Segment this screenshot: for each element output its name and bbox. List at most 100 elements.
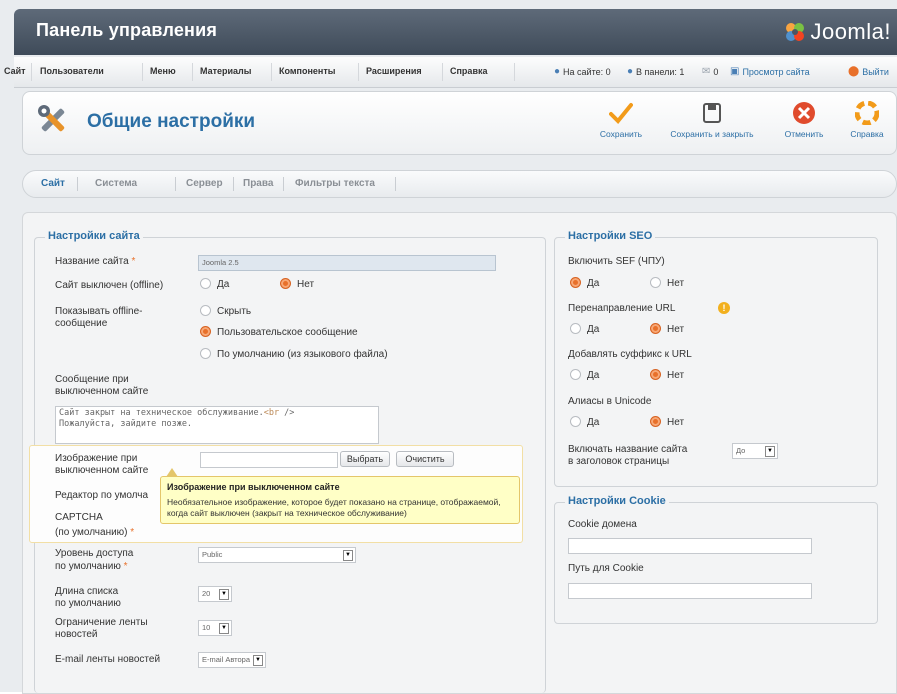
users-icon: ● [554,66,561,77]
tab-separator [233,177,234,191]
feed-limit-select[interactable]: 10 ▼ [198,620,232,636]
radio-on [570,277,581,288]
dropdown-arrow-icon: ▼ [343,550,353,561]
help-button[interactable]: Справка [843,100,891,148]
rewrite-no-radio[interactable]: Нет [650,323,684,335]
sef-yes-text: Да [587,278,600,290]
suffix-yes-radio[interactable]: Да [570,369,599,381]
show-offline-label-2: сообщение [55,318,108,329]
feed-email-label: E-mail ленты новостей [55,654,161,665]
show-custom-radio[interactable]: Пользовательское сообщение [200,326,358,339]
show-default-radio[interactable]: По умолчанию (из языкового файла) [200,348,388,361]
tooltip-title: Изображение при выключенном сайте [167,482,340,492]
suffix-label: Добавлять суффикс к URL [568,349,692,360]
cookie-domain-input[interactable] [568,538,812,554]
offline-image-label-2: выключенном сайте [55,465,149,476]
offline-message-textarea[interactable]: Сайт закрыт на техническое обслуживание.… [55,406,379,444]
site-name-input[interactable]: Joomla 2.5 [198,255,496,271]
sef-no-text: Нет [667,278,685,290]
logout-link[interactable]: ⬤ Выйти [848,66,889,77]
rewrite-yes-radio[interactable]: Да [570,323,599,335]
seo-settings-legend: Настройки SEO [565,230,656,242]
status-in-panel[interactable]: ● В панели: 1 [627,66,684,77]
sef-label: Включить SEF (ЧПУ) [568,256,665,267]
feed-email-select[interactable]: E-mail Автора ▼ [198,652,266,668]
joomla-mark-icon [786,23,805,41]
menu-site[interactable]: Сайт [4,66,26,76]
tab-site[interactable]: Сайт [41,178,65,189]
access-level-value: Public [202,550,223,559]
radio-off [200,278,211,289]
suffix-no-radio[interactable]: Нет [650,369,684,381]
radio-on [650,323,661,334]
list-length-value: 20 [202,589,211,598]
view-site-text: Просмотр сайта [742,66,810,77]
status-messages[interactable]: ✉ 0 [702,66,718,77]
menu-extensions[interactable]: Расширения [366,66,422,76]
sitename-title-value: До [736,446,746,455]
tab-permissions[interactable]: Права [243,178,273,189]
radio-off [200,348,211,359]
save-close-button[interactable]: Сохранить и закрыть [661,100,763,148]
access-level-select[interactable]: Public ▼ [198,547,356,563]
tab-separator [395,177,396,191]
dropdown-arrow-icon: ▼ [253,655,263,666]
cancel-button[interactable]: Отменить [775,100,833,148]
clear-image-button[interactable]: Очистить [396,451,454,467]
page-title: Общие настройки [87,111,256,132]
menu-users[interactable]: Пользователи [40,66,104,76]
menu-separator [192,63,193,81]
offline-yes-text: Да [217,279,230,291]
access-label-2-text: по умолчанию [55,561,121,572]
offline-yes-radio[interactable]: Да [200,278,230,291]
tab-system[interactable]: Система [95,178,137,189]
unicode-no-radio[interactable]: Нет [650,416,684,428]
page-toolbar: Общие настройки Сохранить Сохранить и за… [22,91,897,155]
tools-icon [38,105,65,132]
sef-yes-radio[interactable]: Да [570,277,600,290]
unicode-label: Алиасы в Unicode [568,396,652,407]
check-icon [595,100,647,126]
admin-title: Панель управления [36,20,218,40]
menu-help[interactable]: Справка [450,66,487,76]
editor-label: Редактор по умолча [55,490,149,501]
show-default-text: По умолчанию (из языкового файла) [217,349,388,361]
radio-off [570,369,581,380]
feed-limit-label-2: новостей [55,629,98,640]
tab-separator [175,177,176,191]
access-label-2: по умолчанию * [55,561,128,573]
main-menu: Сайт Пользователи Меню Материалы Компоне… [4,57,897,88]
radio-off [570,416,581,427]
status-on-site[interactable]: ● На сайте: 0 [554,66,611,77]
feed-limit-value: 10 [202,623,211,632]
required-marker: * [130,527,135,538]
offline-image-input[interactable] [200,452,338,468]
select-image-button[interactable]: Выбрать [340,451,390,467]
save-button[interactable]: Сохранить [595,100,647,148]
sef-no-radio[interactable]: Нет [650,277,685,290]
show-custom-text: Пользовательское сообщение [217,327,358,339]
warning-icon[interactable]: ! [718,302,730,314]
menu-content[interactable]: Материалы [200,66,251,76]
feed-limit-label-1: Ограничение ленты [55,617,148,628]
menu-separator [271,63,272,81]
list-length-select[interactable]: 20 ▼ [198,586,232,602]
admin-users-icon: ● [627,66,634,77]
menu-components[interactable]: Компоненты [279,66,335,76]
menu-menus[interactable]: Меню [150,66,176,76]
view-site-link[interactable]: ▣ Просмотр сайта [730,66,810,77]
cookie-path-input[interactable] [568,583,812,599]
save-label: Сохранить [599,129,643,139]
status-in-panel-text: В панели: 1 [636,66,685,77]
help-icon [843,100,891,126]
tab-server[interactable]: Сервер [186,178,223,189]
dropdown-arrow-icon: ▼ [219,589,229,600]
radio-off [650,277,661,288]
logout-text: Выйти [862,66,889,77]
show-hide-radio[interactable]: Скрыть [200,305,251,317]
offline-no-radio[interactable]: Нет [280,278,314,290]
sitename-title-select[interactable]: До ▼ [732,443,778,459]
radio-on [650,369,661,380]
tab-text-filters[interactable]: Фильтры текста [295,178,375,189]
unicode-yes-radio[interactable]: Да [570,416,599,428]
